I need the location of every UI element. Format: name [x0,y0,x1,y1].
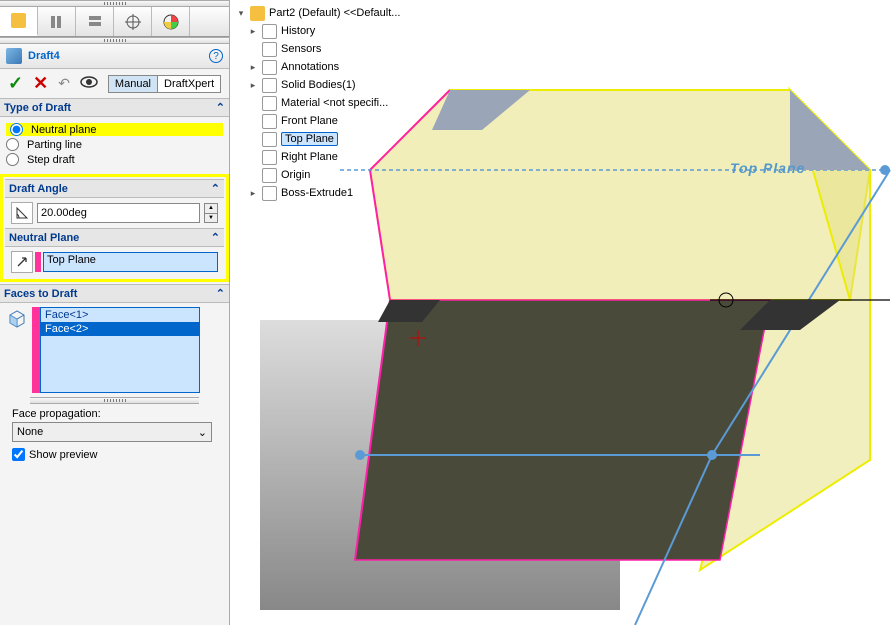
radio-parting-row: Parting line [6,138,223,151]
extrude-icon [262,186,277,201]
face-select-icon[interactable] [6,307,28,329]
feature-tree: ▾Part2 (Default) <<Default... ▸History S… [236,4,400,202]
tree-root[interactable]: ▾Part2 (Default) <<Default... [236,4,400,22]
part-icon [250,6,265,21]
propagation-value: None [17,426,43,438]
feature-header: Draft4 ? [0,44,229,69]
highlighted-group: Draft Angle ⌃ ▲▼ Neutral Plane ⌃ Top Pla… [0,174,229,282]
face-item-1[interactable]: Face<1> [41,308,199,322]
sensors-icon [262,42,277,57]
panel-resize-mid[interactable] [0,37,229,44]
show-preview-checkbox[interactable] [12,448,25,461]
angle-input-row: ▲▼ [11,202,218,224]
show-preview-label: Show preview [29,449,97,461]
graphics-viewport[interactable]: Top Plane ▾Part2 (Default) <<Default... … [230,0,896,625]
origin-icon [262,168,277,183]
neutral-header-label: Neutral Plane [9,232,79,244]
preview-eye-icon[interactable] [80,76,98,91]
tree-annotations[interactable]: ▸Annotations [248,58,400,76]
cancel-icon[interactable]: ✕ [33,73,48,94]
radio-step-label: Step draft [27,154,75,166]
propagation-label: Face propagation: [12,408,217,420]
type-header[interactable]: Type of Draft ⌃ [0,98,229,117]
chevron-up-icon: ⌃ [211,231,220,244]
angle-icon[interactable] [11,202,33,224]
faces-header[interactable]: Faces to Draft ⌃ [0,284,229,303]
tab-appearance[interactable] [152,7,190,36]
faces-body: Face<1> Face<2> [0,303,229,397]
neutral-input-row: Top Plane [11,251,218,273]
action-row: ✓ ✕ ↶ Manual DraftXpert [0,69,229,98]
tree-origin[interactable]: Origin [248,166,400,184]
face-item-2[interactable]: Face<2> [41,322,199,336]
tree-history[interactable]: ▸History [248,22,400,40]
tree-top-plane[interactable]: Top Plane [248,130,400,148]
mode-tabs: Manual DraftXpert [108,75,221,93]
plane-icon [262,114,277,129]
tree-right-plane[interactable]: Right Plane [248,148,400,166]
neutral-header[interactable]: Neutral Plane ⌃ [5,228,224,247]
tab-dimxpert[interactable] [114,7,152,36]
faces-header-label: Faces to Draft [4,288,77,300]
viewport-top-plane-label: Top Plane [730,160,805,176]
chevron-up-icon: ⌃ [211,182,220,195]
tree-sensors[interactable]: Sensors [248,40,400,58]
radio-parting-label: Parting line [27,139,82,151]
plane-icon [262,150,277,165]
radio-parting-line[interactable] [6,138,19,151]
propagation-select[interactable]: None ⌄ [12,422,212,442]
list-resize[interactable] [30,397,199,404]
tree-solid-bodies[interactable]: ▸Solid Bodies(1) [248,76,400,94]
chevron-up-icon: ⌃ [216,287,225,300]
part-icon [11,13,26,28]
radio-neutral-plane-label: Neutral plane [31,124,96,136]
tab-configs[interactable] [38,7,76,36]
panel-tabs [0,7,229,37]
selection-type-bar [35,252,41,272]
face-type-bar [32,307,40,393]
panel-resize-top[interactable] [0,0,229,7]
undo-icon[interactable]: ↶ [58,75,70,92]
angle-header-label: Draft Angle [9,183,68,195]
tree-front-plane[interactable]: Front Plane [248,112,400,130]
radio-neutral-plane-row: Neutral plane [6,123,223,136]
tree-material[interactable]: Material <not specifi... [248,94,400,112]
radio-step-row: Step draft [6,153,223,166]
radio-neutral-plane[interactable] [10,123,23,136]
ok-icon[interactable]: ✓ [8,73,23,94]
chevron-up-icon: ⌃ [216,101,225,114]
radio-step-draft[interactable] [6,153,19,166]
angle-header[interactable]: Draft Angle ⌃ [5,179,224,198]
mode-manual-tab[interactable]: Manual [109,76,158,92]
type-header-label: Type of Draft [4,102,71,114]
annotations-icon [262,60,277,75]
plane-icon [262,132,277,147]
angle-spinner[interactable]: ▲▼ [204,203,218,223]
tree-boss-extrude[interactable]: ▸Boss-Extrude1 [248,184,400,202]
material-icon [262,96,277,111]
history-icon [262,24,277,39]
feature-title: Draft4 [28,50,60,62]
draft-feature-icon [6,48,22,64]
type-body: Neutral plane Parting line Step draft [0,117,229,172]
neutral-plane-selection[interactable]: Top Plane [43,252,218,272]
angle-input[interactable] [37,203,200,223]
faces-listbox[interactable]: Face<1> Face<2> [40,307,200,393]
tab-display[interactable] [76,7,114,36]
mode-expert-tab[interactable]: DraftXpert [158,76,220,92]
help-icon[interactable]: ? [209,49,223,63]
show-preview-row: Show preview [12,448,217,461]
tab-features[interactable] [0,7,38,36]
flip-direction-icon[interactable] [11,251,33,273]
solid-bodies-icon [262,78,277,93]
chevron-down-icon: ⌄ [198,426,207,439]
